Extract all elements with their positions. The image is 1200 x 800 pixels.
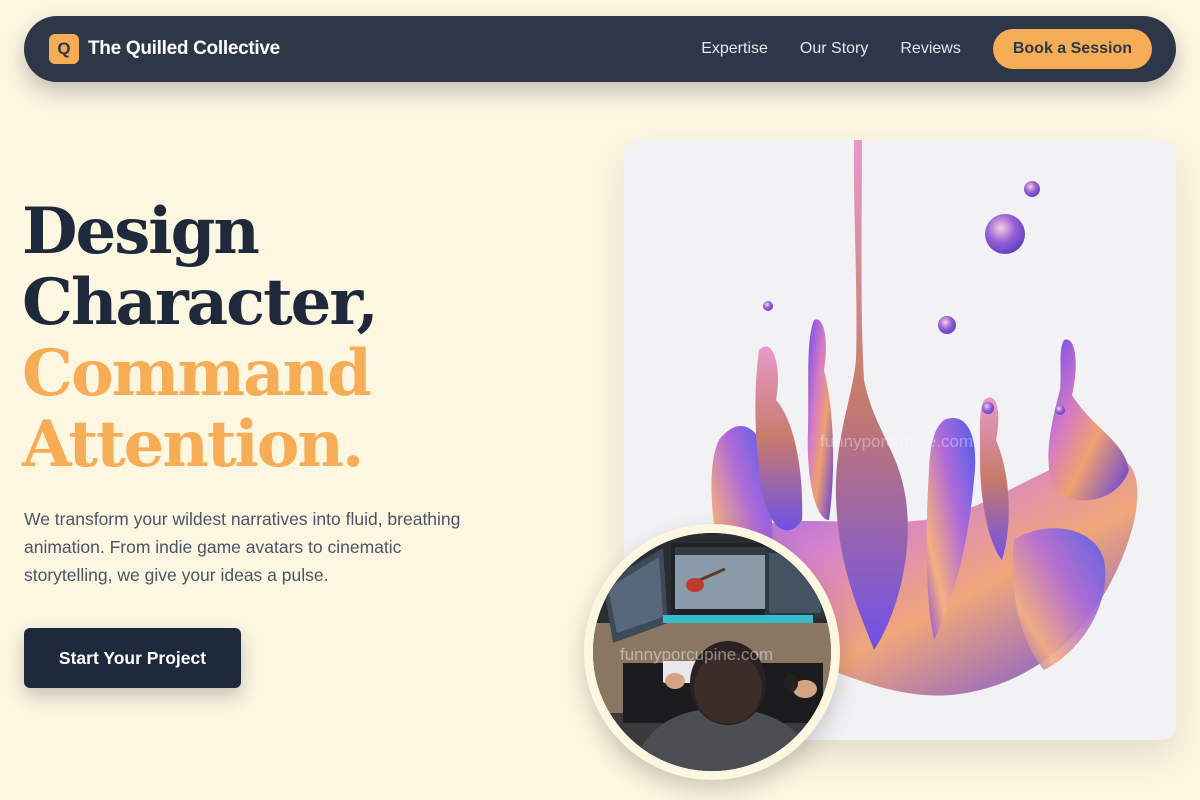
brand[interactable]: Q The Quilled Collective <box>49 34 280 64</box>
watermark-bottom: funnyporcupine.com <box>620 645 774 664</box>
headline-line-4: Attention. <box>22 407 364 482</box>
hero-subtext: We transform your wildest narratives int… <box>24 509 461 585</box>
headline-line-3: Command <box>22 336 372 411</box>
headline-line-1: Design <box>22 194 260 269</box>
brand-name[interactable]: The Quilled Collective <box>88 38 280 60</box>
book-session-button[interactable]: Book a Session <box>992 29 1152 69</box>
headline-line-2: Character, <box>22 265 379 340</box>
brand-logo-icon[interactable]: Q <box>49 34 79 64</box>
navbar: Q The Quilled Collective Expertise Our S… <box>24 16 1176 82</box>
watermark-top: funnyporcupine.com <box>820 432 974 451</box>
nav-link-expertise[interactable]: Expertise <box>701 40 768 58</box>
nav-link-reviews[interactable]: Reviews <box>900 40 960 58</box>
nav-link-our-story[interactable]: Our Story <box>800 40 868 58</box>
hero-headline: Design Character, Command Attention. <box>22 194 379 482</box>
start-project-button[interactable]: Start Your Project <box>24 628 241 688</box>
nav-links: Expertise Our Story Reviews Book a Sessi… <box>701 29 1152 69</box>
